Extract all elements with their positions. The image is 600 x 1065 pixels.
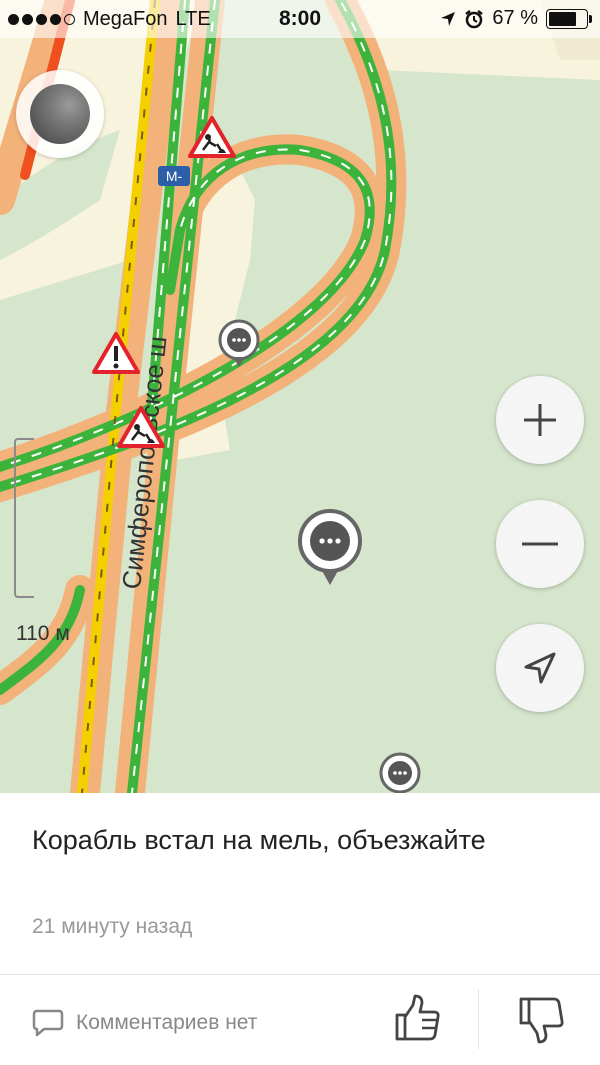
zoom-in-button[interactable] — [496, 376, 584, 464]
zoom-out-button[interactable] — [496, 500, 584, 588]
locate-button[interactable] — [496, 624, 584, 712]
chat-pin-icon — [379, 752, 421, 793]
location-arrow-icon — [441, 11, 456, 26]
zoom-out-icon — [522, 542, 558, 546]
chat-pin-icon — [298, 509, 362, 585]
like-button[interactable] — [392, 993, 444, 1045]
comments-button[interactable]: Комментариев нет — [32, 1008, 257, 1038]
battery-icon — [546, 8, 592, 29]
zoom-in-icon — [524, 404, 556, 436]
map-scale-bar — [14, 438, 34, 598]
map-scale-label: 110 м — [16, 622, 70, 645]
profile-button[interactable] — [16, 70, 104, 158]
highway-badge: M- — [158, 166, 190, 186]
thumbs-up-icon — [395, 994, 440, 1041]
event-message: Корабль встал на мель, объезжайте — [32, 825, 486, 855]
status-bar: MegaFon LTE 8:00 67 % — [0, 0, 600, 38]
profile-icon — [30, 84, 90, 144]
vote-divider — [478, 989, 479, 1049]
thumbs-down-icon — [519, 997, 564, 1044]
panel-divider — [0, 974, 600, 975]
comment-icon — [32, 1009, 64, 1037]
map-view[interactable]: Симферопольское ш M- MegaFon LTE 8:00 67… — [0, 0, 600, 793]
locate-arrow-icon — [524, 652, 556, 684]
dislike-button[interactable] — [516, 993, 568, 1045]
comments-label: Комментариев нет — [76, 1011, 258, 1034]
event-time-ago: 21 минуту назад — [32, 915, 193, 938]
battery-percent: 67 % — [492, 7, 538, 29]
event-panel: Корабль встал на мель, объезжайте 21 мин… — [0, 793, 600, 1065]
highway-badge-label: M- — [166, 168, 183, 184]
alarm-icon — [465, 9, 484, 28]
